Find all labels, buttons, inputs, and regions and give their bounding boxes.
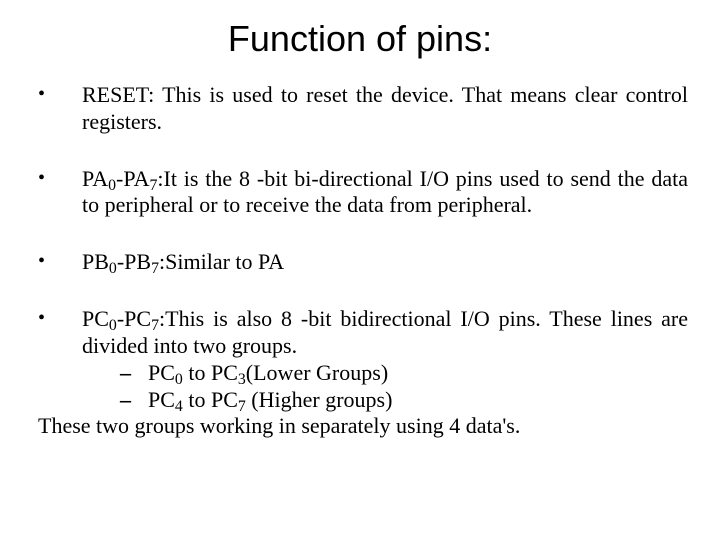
dash-icon: –: [120, 360, 148, 387]
bullet-trailer: These two groups working in separately u…: [38, 413, 688, 440]
bullet-main: PC0-PC7:This is also 8 -bit bidirectiona…: [82, 306, 688, 358]
sub-item: –PC0 to PC3(Lower Groups): [82, 360, 688, 387]
slide-title: Function of pins:: [32, 18, 688, 60]
bullet-marker: •: [32, 82, 82, 136]
slide: Function of pins: • RESET: This is used …: [0, 0, 720, 540]
sub-item: –PC4 to PC7 (Higher groups): [82, 387, 688, 414]
bullet-text: PC0-PC7:This is also 8 -bit bidirectiona…: [82, 306, 688, 440]
bullet-marker: •: [32, 249, 82, 276]
bullet-item: • PC0-PC7:This is also 8 -bit bidirectio…: [32, 306, 688, 440]
dash-icon: –: [120, 387, 148, 414]
bullet-item: • PB0-PB7:Similar to PA: [32, 249, 688, 276]
slide-body: • RESET: This is used to reset the devic…: [32, 82, 688, 440]
sub-text: PC0 to PC3(Lower Groups): [148, 360, 388, 385]
bullet-text: PB0-PB7:Similar to PA: [82, 249, 688, 276]
sub-text: PC4 to PC7 (Higher groups): [148, 387, 392, 412]
bullet-text: PA0-PA7:It is the 8 -bit bi-directional …: [82, 166, 688, 220]
bullet-item: • RESET: This is used to reset the devic…: [32, 82, 688, 136]
bullet-marker: •: [32, 166, 82, 220]
bullet-item: • PA0-PA7:It is the 8 -bit bi-directiona…: [32, 166, 688, 220]
bullet-text: RESET: This is used to reset the device.…: [82, 82, 688, 136]
